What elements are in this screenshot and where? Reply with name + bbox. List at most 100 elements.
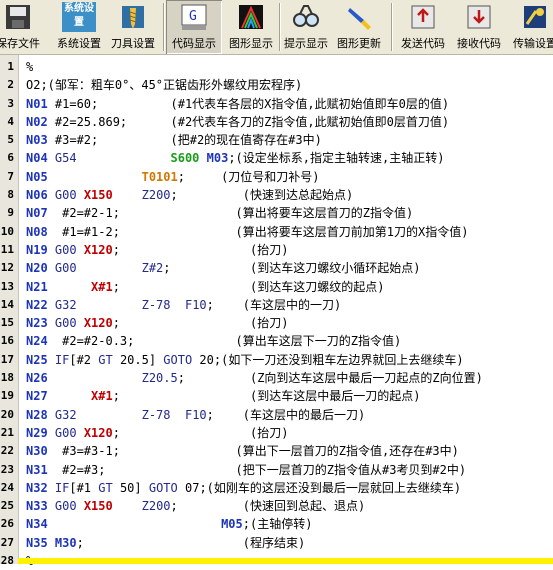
code-token: G00 bbox=[54, 261, 142, 276]
code-display-label: 代码显示 bbox=[172, 37, 216, 50]
code-line[interactable]: 25 N33 G00 X150 Z200; (快速回到总起、退点) bbox=[0, 497, 553, 515]
toolbar-separator bbox=[163, 3, 164, 51]
system-settings-icon: 系统设置 bbox=[62, 2, 96, 32]
code-line[interactable]: 24 N32 IF[#1 GT 50] GOTO 07;(如刚车的这层还没到最后一… bbox=[0, 479, 553, 497]
code-text: N06 G00 X150 Z200; (快速到达总起始点) bbox=[26, 186, 553, 204]
code-line[interactable]: 11 N19 G00 X120; (抬刀) bbox=[0, 241, 553, 259]
code-token: (算出将要车这层首刀的Z指令值) bbox=[235, 206, 414, 221]
graphic-display-button[interactable]: 图形显示 bbox=[223, 0, 279, 54]
code-line[interactable]: 19 N27 X#1; (到达车这层中最后一刀的起点) bbox=[0, 387, 553, 405]
line-number: 17 bbox=[0, 352, 14, 366]
code-line[interactable]: 10 N08 #1=#1-2; (算出将要车这层首刀前加第1刀的X指令值) bbox=[0, 223, 553, 241]
code-token: F10 bbox=[184, 407, 207, 422]
line-number: 16 bbox=[0, 334, 14, 348]
code-token: F10 bbox=[184, 297, 207, 312]
code-display-button[interactable]: G 代码显示 bbox=[166, 0, 222, 54]
code-token: Z20.5 bbox=[141, 371, 178, 386]
line-number: 11 bbox=[0, 242, 14, 256]
transfer-settings-label: 传输设置 bbox=[513, 37, 553, 50]
code-token: G54 bbox=[54, 151, 171, 166]
code-text: N07 #2=#2-1; (算出将要车这层首刀的Z指令值) bbox=[26, 204, 553, 222]
code-token: Z-78 bbox=[141, 297, 185, 312]
save-icon bbox=[6, 5, 30, 29]
system-settings-icon-text: 系统设置 bbox=[64, 3, 94, 28]
code-token: N21 bbox=[26, 279, 92, 294]
code-token: 50] bbox=[112, 480, 149, 495]
code-line[interactable]: 2 O2;(邹军：粗车0°、45°正锯齿形外螺纹用宏程序) bbox=[0, 76, 553, 94]
code-line[interactable]: 3 N01 #1=60; (#1代表车各层的X指令值,此赋初始值即车0层的值) bbox=[0, 95, 553, 113]
hint-display-button[interactable]: 提示显示 bbox=[280, 0, 332, 54]
code-line[interactable]: 7 N05 T0101; (刀位号和刀补号) bbox=[0, 168, 553, 186]
code-token: X120 bbox=[83, 242, 113, 257]
code-token: N28 bbox=[26, 407, 55, 422]
code-token: Z-78 bbox=[141, 407, 185, 422]
receive-code-button[interactable]: 接收代码 bbox=[451, 0, 507, 54]
code-token: ;(如下一刀还没到粗车左边界就回上去继续车) bbox=[213, 352, 464, 367]
code-token: N30 bbox=[26, 444, 55, 459]
code-line[interactable]: 22 N30 #3=#3-1; (算出下一层首刀的Z指令值,还存在#3中) bbox=[0, 442, 553, 460]
code-text: N21 X#1; (到达车这刀螺纹的起点) bbox=[26, 278, 553, 296]
code-line[interactable]: 8 N06 G00 X150 Z200; (快速到达总起始点) bbox=[0, 186, 553, 204]
code-token: N29 bbox=[26, 425, 55, 440]
line-number: 20 bbox=[0, 407, 14, 421]
code-token: S600 bbox=[170, 151, 207, 166]
code-token: N27 bbox=[26, 389, 92, 404]
code-line[interactable]: 9 N07 #2=#2-1; (算出将要车这层首刀的Z指令值) bbox=[0, 204, 553, 222]
code-line[interactable]: 20 N28 G32 Z-78 F10; (车这层中的最后一刀) bbox=[0, 406, 553, 424]
line-number: 18 bbox=[0, 371, 14, 385]
code-token: G00 bbox=[54, 188, 84, 203]
code-line[interactable]: 26 N34 M05;(主轴停转) bbox=[0, 515, 553, 533]
code-display-icon: G bbox=[181, 4, 207, 30]
code-line[interactable]: 23 N31 #2=#3; (把下一层首刀的Z指令值从#3考贝到#2中) bbox=[0, 461, 553, 479]
code-line[interactable]: 27 N35 M30; (程序结束) bbox=[0, 534, 553, 552]
system-settings-button[interactable]: 系统设置 系统设置 bbox=[52, 0, 106, 54]
transfer-settings-button[interactable]: 传输设置 bbox=[507, 0, 553, 54]
code-token: G00 bbox=[54, 499, 84, 514]
code-token: N05 bbox=[26, 169, 142, 184]
code-line[interactable]: 17 N25 IF[#2 GT 20.5] GOTO 20;(如下一刀还没到粗车左… bbox=[0, 351, 553, 369]
code-token: #2=#2-0.3; bbox=[54, 334, 236, 349]
code-line[interactable]: 1% bbox=[0, 58, 553, 76]
code-token: 20 bbox=[192, 352, 214, 367]
code-editor[interactable]: 1% 2 O2;(邹军：粗车0°、45°正锯齿形外螺纹用宏程序) 3 N01 #1=60… bbox=[0, 55, 553, 568]
hint-display-label: 提示显示 bbox=[284, 37, 328, 50]
line-number: 15 bbox=[0, 316, 14, 330]
code-text: N33 G00 X150 Z200; (快速回到总起、退点) bbox=[26, 497, 553, 515]
code-token: (算出下一层首刀的Z指令值,还存在#3中) bbox=[235, 444, 459, 459]
code-line[interactable]: 15 N23 G00 X120; (抬刀) bbox=[0, 314, 553, 332]
save-file-button[interactable]: 保存文件 bbox=[0, 0, 44, 54]
line-number: 10 bbox=[0, 224, 14, 238]
code-text: N08 #1=#1-2; (算出将要车这层首刀前加第1刀的X指令值) bbox=[26, 223, 553, 241]
code-token: #3=#2; bbox=[54, 133, 171, 148]
code-line[interactable]: 18 N26 Z20.5; (Z向到达车这层中最后一刀起点的Z向位置) bbox=[0, 369, 553, 387]
code-line[interactable]: 4 N02 #2=25.869; (#2代表车各刀的Z指令值,此赋初始值即0层首刀… bbox=[0, 113, 553, 131]
graphic-display-label: 图形显示 bbox=[229, 37, 273, 50]
code-token: ; (到达车这刀螺纹小循环起始点) bbox=[163, 261, 421, 276]
code-token: GOTO bbox=[163, 352, 193, 367]
send-code-label: 发送代码 bbox=[401, 37, 445, 50]
code-token: #3=#3-1; bbox=[54, 444, 236, 459]
code-line[interactable]: 6 N04 G54 S600 M03;(设定坐标系,指定主轴转速,主轴正转) bbox=[0, 149, 553, 167]
code-token: X#1 bbox=[91, 279, 113, 294]
code-token: ; (快速回到总起、退点) bbox=[170, 499, 366, 514]
send-code-button[interactable]: 发送代码 bbox=[395, 0, 451, 54]
code-line[interactable]: 12 N20 G00 Z#2; (到达车这刀螺纹小循环起始点) bbox=[0, 259, 553, 277]
code-line[interactable]: 14 N22 G32 Z-78 F10; (车这层中的一刀) bbox=[0, 296, 553, 314]
code-line[interactable]: 16 N24 #2=#2-0.3; (算出车这层下一刀的Z指令值) bbox=[0, 332, 553, 350]
code-text: N27 X#1; (到达车这层中最后一刀的起点) bbox=[26, 387, 553, 405]
code-token: ; (车这层中的最后一刀) bbox=[206, 407, 366, 422]
code-token: ; (到达车这刀螺纹的起点) bbox=[112, 279, 385, 294]
code-text: N03 #3=#2; (把#2的现在值寄存在#3中) bbox=[26, 131, 553, 149]
code-line[interactable]: 21 N29 G00 X120; (抬刀) bbox=[0, 424, 553, 442]
code-text: N02 #2=25.869; (#2代表车各刀的Z指令值,此赋初始值即0层首刀值… bbox=[26, 113, 553, 131]
code-lines: 1% 2 O2;(邹军：粗车0°、45°正锯齿形外螺纹用宏程序) 3 N01 #1=60… bbox=[0, 58, 553, 570]
system-settings-label: 系统设置 bbox=[57, 37, 101, 50]
code-line[interactable]: 5 N03 #3=#2; (把#2的现在值寄存在#3中) bbox=[0, 131, 553, 149]
code-text: N29 G00 X120; (抬刀) bbox=[26, 424, 553, 442]
tool-settings-button[interactable]: 刀具设置 bbox=[107, 0, 159, 54]
graphic-update-button[interactable]: 图形更新 bbox=[333, 0, 385, 54]
code-token: (算出车这层下一刀的Z指令值) bbox=[235, 334, 402, 349]
code-line[interactable]: 13 N21 X#1; (到达车这刀螺纹的起点) bbox=[0, 278, 553, 296]
code-token: 20.5] bbox=[112, 352, 164, 367]
